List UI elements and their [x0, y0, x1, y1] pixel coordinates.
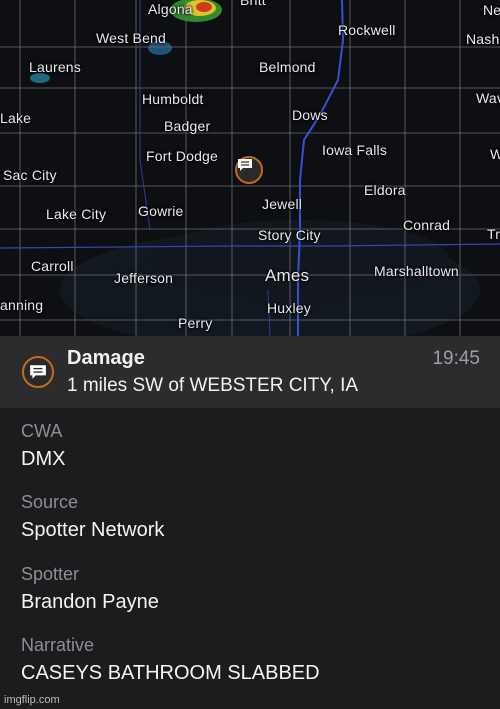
city-label: Jefferson — [114, 270, 174, 286]
city-label: Tr — [487, 226, 500, 242]
report-marker[interactable] — [235, 156, 263, 184]
city-label: Humboldt — [142, 91, 204, 107]
city-label: Nashua — [466, 31, 500, 47]
city-label: Ne — [483, 2, 500, 18]
report-type: Damage — [67, 347, 145, 369]
city-label: Eldora — [364, 182, 406, 198]
watermark: imgflip.com — [4, 694, 60, 706]
radar-map[interactable]: Algona Britt West Bend Rockwell Nashua N… — [0, 0, 500, 336]
city-label: Fort Dodge — [146, 148, 219, 164]
city-label: Gowrie — [138, 203, 184, 219]
report-time: 19:45 — [432, 348, 480, 369]
city-label: Conrad — [403, 217, 451, 233]
city-label: Lake — [0, 110, 32, 126]
detail-label: Source — [21, 492, 79, 512]
city-label: Huxley — [267, 300, 311, 316]
detail-label: Spotter — [21, 564, 80, 584]
speech-bubble-icon — [238, 159, 252, 171]
report-type-icon — [22, 356, 54, 388]
city-label: Story City — [258, 227, 321, 243]
city-label: Lake City — [46, 206, 107, 222]
city-label: W — [490, 146, 500, 162]
city-label: Ames — [265, 266, 310, 285]
report-detail-sheet: Damage 1 miles SW of WEBSTER CITY, IA 19… — [0, 336, 500, 709]
city-label: Badger — [164, 118, 211, 134]
city-label: Belmond — [259, 59, 316, 75]
city-label: West Bend — [96, 30, 167, 46]
city-label: Iowa Falls — [322, 142, 388, 158]
city-label: Algona — [148, 1, 193, 17]
detail-value: Spotter Network — [21, 519, 165, 541]
city-label: Sac City — [3, 167, 57, 183]
city-label: Perry — [178, 315, 213, 331]
city-label: Laurens — [29, 59, 81, 75]
city-label: Dows — [292, 107, 328, 123]
detail-value: Brandon Payne — [21, 591, 159, 613]
detail-narrative: Narrative CASEYS BATHROOM SLABBED — [21, 635, 320, 685]
detail-value: DMX — [21, 448, 66, 470]
city-label: Britt — [240, 0, 266, 8]
speech-bubble-icon — [30, 365, 46, 379]
city-label: Rockwell — [338, 22, 396, 38]
detail-label: Narrative — [21, 635, 95, 655]
detail-spotter: Spotter Brandon Payne — [21, 564, 159, 614]
city-label: Waverly — [476, 90, 500, 106]
city-label: Carroll — [31, 258, 74, 274]
report-header[interactable]: Damage 1 miles SW of WEBSTER CITY, IA 19… — [0, 336, 500, 408]
detail-label: CWA — [21, 421, 63, 441]
detail-source: Source Spotter Network — [21, 492, 164, 542]
city-label: Jewell — [262, 196, 303, 212]
detail-cwa: CWA DMX — [21, 421, 65, 471]
city-label: Marshalltown — [374, 263, 459, 279]
city-label: anning — [0, 297, 44, 313]
report-location: 1 miles SW of WEBSTER CITY, IA — [67, 375, 359, 396]
detail-value: CASEYS BATHROOM SLABBED — [21, 662, 320, 684]
